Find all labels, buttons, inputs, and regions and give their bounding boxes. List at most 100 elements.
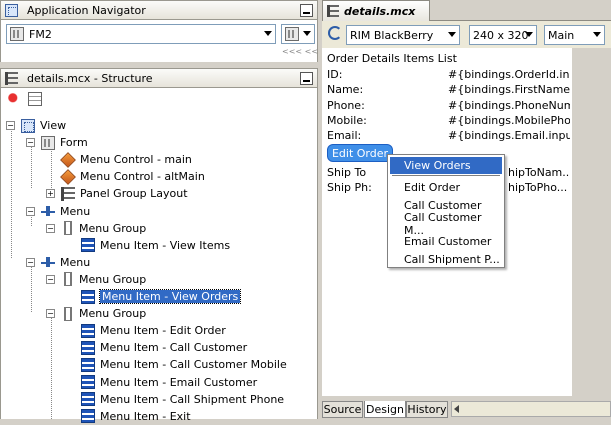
tree-node-label: Menu Item - View Orders — [98, 289, 242, 304]
tree-node-label: Menu — [60, 204, 91, 218]
collapse-icon[interactable]: − — [46, 223, 55, 233]
tree-node[interactable]: − View — [6, 117, 66, 134]
document-icon — [327, 5, 339, 17]
tree-node-label: Menu Item - Call Customer — [100, 341, 248, 355]
refresh-icon[interactable] — [328, 26, 342, 40]
tree-node[interactable]: Menu Item - Call Customer — [66, 339, 247, 356]
tree-node[interactable]: − Menu — [26, 203, 90, 220]
tab-design[interactable]: Design — [364, 401, 406, 418]
control-icon — [60, 168, 76, 185]
tree-node-label: Menu — [60, 255, 91, 269]
collapse-icon[interactable]: − — [26, 138, 35, 148]
menu-separator — [392, 175, 500, 176]
tree-node[interactable]: − Menu — [26, 254, 90, 271]
structure-title-bar: details.mcx - Structure — [0, 68, 318, 88]
control-icon — [60, 151, 76, 168]
edit-properties-icon[interactable] — [28, 92, 42, 106]
field-value: #{bindings.OrderId.inpu... — [448, 68, 570, 81]
resolution-value: 240 x 320 — [473, 28, 529, 42]
panel-group-icon — [61, 186, 75, 201]
menu-popup-item[interactable]: Edit Order — [390, 179, 502, 196]
expand-icon[interactable]: + — [46, 189, 55, 199]
view-selector[interactable]: Main — [544, 25, 605, 45]
chevron-down-icon — [525, 32, 533, 37]
resolution-selector[interactable]: 240 x 320 — [469, 25, 537, 45]
collapse-icon[interactable]: − — [46, 309, 55, 319]
menu-popup-item[interactable]: Email Customer — [390, 233, 502, 250]
tree-node[interactable]: − Menu Group — [46, 271, 146, 288]
group-icon — [64, 221, 72, 236]
tree-node-label: Form — [60, 136, 88, 150]
edit-order-button[interactable]: Edit Order — [327, 144, 393, 162]
chevron-down-icon — [448, 32, 456, 37]
collapse-icon[interactable]: − — [26, 257, 35, 267]
menu-icon — [41, 204, 55, 218]
tree-node-label: Panel Group Layout — [80, 187, 188, 201]
ship-ph-label: Ship Ph: — [327, 181, 372, 194]
tree-node[interactable]: Menu Item - Edit Order — [66, 322, 226, 339]
tree-node[interactable]: Menu Item - View Items — [66, 237, 230, 254]
menu-item-icon — [81, 238, 95, 253]
tree-node[interactable]: − Form — [26, 134, 88, 151]
field-label: Email: — [327, 129, 362, 143]
tree-node-label: Menu Group — [79, 221, 147, 235]
field-value: #{bindings.Email.inputV... — [448, 129, 570, 143]
tree-node[interactable]: + Panel Group Layout — [46, 185, 188, 202]
tree-node[interactable]: − Menu Group — [46, 220, 146, 237]
tree-node[interactable]: Menu Control - altMain — [46, 168, 205, 185]
app-navigator-title-bar: Application Navigator — [0, 0, 318, 20]
group-icon — [64, 272, 72, 287]
device-value: RIM BlackBerry — [350, 28, 434, 42]
tab-source[interactable]: Source — [322, 401, 363, 418]
collapse-icon[interactable]: − — [26, 206, 35, 216]
menu-icon — [41, 255, 55, 269]
menu-item-icon — [81, 409, 95, 424]
chevron-down-icon — [593, 32, 601, 37]
pin-icon[interactable] — [8, 93, 20, 105]
tree-node[interactable]: Menu Item - Email Customer — [66, 374, 257, 391]
tree-node[interactable]: Menu Item - View Orders — [66, 288, 242, 305]
tree-node[interactable]: Menu Item - Call Shipment Phone — [66, 391, 284, 408]
tree-node-label: Menu Item - Edit Order — [100, 324, 226, 338]
device-selector[interactable]: RIM BlackBerry — [346, 25, 460, 45]
collapse-icon[interactable]: − — [6, 121, 15, 130]
view-icon — [21, 118, 35, 133]
field-label: Name: — [327, 83, 364, 97]
collapse-icon[interactable]: − — [46, 274, 55, 284]
menu-item-icon — [81, 357, 95, 372]
scroll-left-icon[interactable] — [454, 405, 459, 413]
menu-popup-item[interactable]: View Orders — [390, 157, 502, 174]
tree-node[interactable]: − Menu Group — [46, 305, 146, 322]
tree-node[interactable]: Menu Control - main — [46, 151, 192, 168]
project-selector[interactable]: FM2 — [6, 24, 276, 44]
ship-ph-value: hipToPho... — [508, 181, 568, 194]
minimize-icon[interactable] — [300, 72, 313, 85]
tree-node-label: Menu Item - Call Customer Mobile — [100, 358, 287, 372]
field-label: Mobile: — [327, 113, 367, 127]
menu-popup-item[interactable]: Call Shipment P... — [390, 251, 502, 268]
tree-node-label: Menu Group — [79, 272, 147, 286]
tree-node-label: Menu Item - Exit — [100, 409, 191, 423]
tree-node[interactable]: Menu Item - Call Customer Mobile — [66, 356, 287, 373]
minimize-icon[interactable] — [300, 4, 313, 17]
project-options-button[interactable] — [281, 24, 315, 44]
menu-item-icon — [81, 392, 95, 407]
menu-item-icon — [81, 289, 95, 304]
canvas-heading: Order Details Items List — [327, 52, 457, 65]
menu-popup: View Orders Edit Order Call Customer Call C… — [387, 154, 505, 268]
app-navigator-icon — [5, 3, 18, 17]
tab-history[interactable]: History — [406, 401, 448, 418]
tree-node-label: Menu Item - Email Customer — [100, 375, 258, 389]
editor-tab-title: details.mcx — [344, 4, 416, 18]
nav-arrows[interactable]: <<< << — [282, 47, 318, 56]
structure-title: details.mcx - Structure — [27, 71, 153, 85]
horizontal-scrollbar[interactable] — [451, 401, 611, 417]
structure-icon — [5, 71, 18, 85]
tree-node[interactable]: Menu Item - Exit — [66, 408, 191, 425]
tree-node-label: Menu Item - View Items — [100, 238, 231, 252]
group-icon — [64, 306, 72, 321]
menu-popup-item[interactable]: Call Customer M... — [390, 211, 502, 237]
tree-node-label: Menu Item - Call Shipment Phone — [100, 392, 285, 406]
tree-node-label: Menu Group — [79, 307, 147, 321]
editor-tab[interactable]: details.mcx — [322, 0, 430, 21]
